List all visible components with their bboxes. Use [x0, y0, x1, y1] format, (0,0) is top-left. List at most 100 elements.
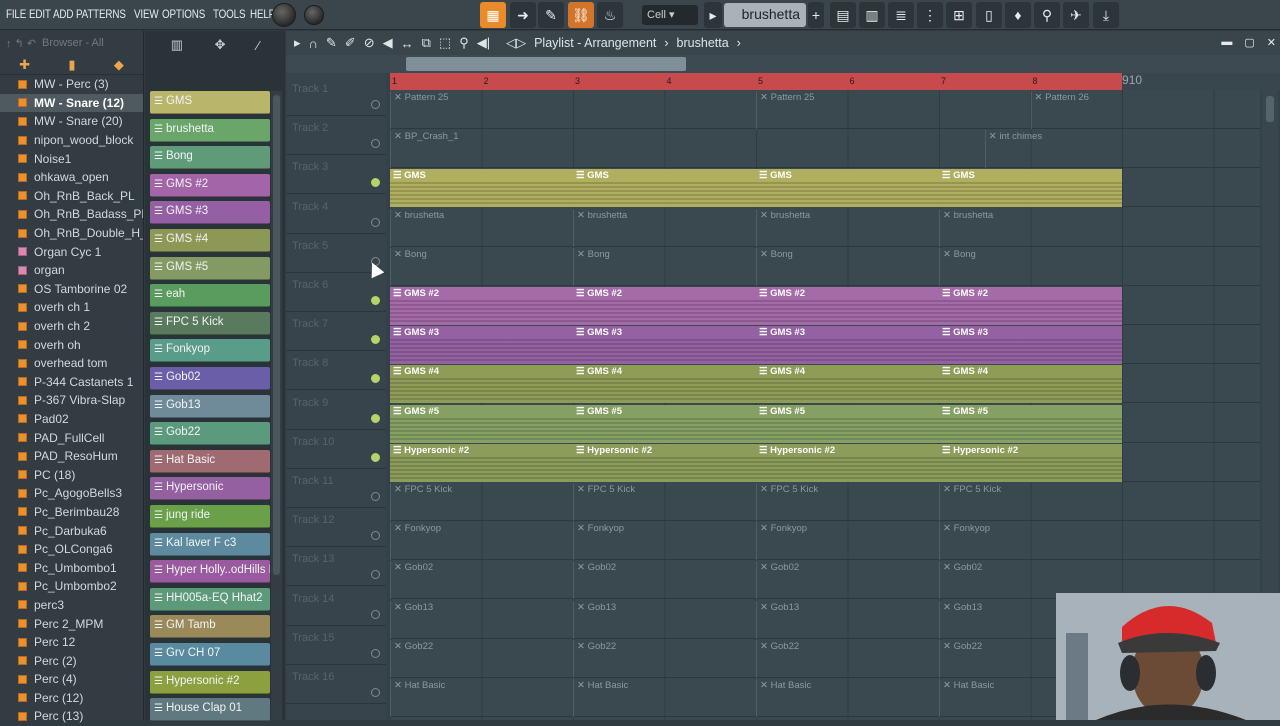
channel-button[interactable]: ☰ GMS #5 — [150, 256, 270, 280]
metronome-icon[interactable]: ♨ — [597, 2, 623, 28]
browser-item[interactable]: MW - Perc (3) — [0, 75, 143, 94]
browser-item[interactable]: Perc (4) — [0, 670, 143, 689]
browser-item[interactable]: PAD_ResoHum — [0, 447, 143, 466]
pattern-clip[interactable]: ✕ Gob13 — [390, 600, 573, 639]
track-enable-led[interactable] — [371, 688, 380, 697]
pattern-clip[interactable]: ✕ Hat Basic — [390, 679, 573, 717]
channel-button[interactable]: ☰ eah — [150, 284, 270, 308]
pattern-clip[interactable]: ☰ GMS — [756, 169, 939, 208]
browser-item[interactable]: Perc 2_MPM — [0, 614, 143, 633]
track-lane[interactable]: ✕ BP_Crash_1 ✕ int chimes — [390, 129, 1260, 169]
track-enable-led[interactable] — [371, 570, 380, 580]
browser-item[interactable]: nipon_wood_block — [0, 131, 143, 150]
pattern-clip[interactable]: ✕ Fonkyop — [390, 522, 573, 561]
pattern-clip[interactable]: ✕ int chimes — [984, 130, 1122, 169]
master-volume-knob[interactable] — [272, 3, 296, 27]
track-enable-led[interactable] — [371, 335, 380, 345]
browser-item[interactable]: Perc 12 — [0, 633, 143, 652]
step-sequencer-icon[interactable]: ▥ — [171, 37, 183, 53]
channel-button[interactable]: ☰ Hypersonic #2 — [150, 670, 270, 694]
track-lane[interactable]: ☰ GMS #2 ☰ GMS #2 ☰ GMS #2 ☰ GMS #2 — [390, 286, 1260, 325]
track-enable-led[interactable] — [371, 296, 380, 305]
track-enable-led[interactable] — [371, 609, 380, 619]
browser-item[interactable]: Organ Cyc 1 — [0, 242, 143, 261]
browser-item[interactable]: Perc (12) — [0, 689, 143, 708]
file-icon[interactable]: ▯ — [976, 2, 1002, 28]
pattern-clip[interactable]: ✕ brushetta — [390, 208, 573, 247]
track-header[interactable]: Track 16 — [286, 665, 386, 704]
track-header[interactable]: Track 7 — [286, 312, 386, 352]
channel-button[interactable]: ☰ brushetta — [150, 118, 270, 142]
select-icon[interactable]: ⬚ — [439, 35, 451, 51]
track-lane[interactable]: ☰ GMS ☰ GMS ☰ GMS ☰ GMS — [390, 168, 1260, 208]
track-enable-led[interactable] — [371, 217, 380, 227]
pattern-clip[interactable]: ✕ Pattern 25 — [390, 91, 756, 129]
pattern-clip[interactable]: ✕ FPC 5 Kick — [939, 483, 1122, 521]
play-icon[interactable]: ▸ — [294, 35, 301, 51]
pattern-clip[interactable]: ✕ Gob22 — [390, 639, 573, 678]
pattern-clip[interactable]: ✕ brushetta — [573, 208, 756, 247]
track-lane[interactable]: ☰ Hypersonic #2 ☰ Hypersonic #2 ☰ Hyperson… — [390, 443, 1260, 482]
browser-item[interactable]: overh ch 1 — [0, 298, 143, 317]
mute-icon[interactable]: ◀ — [383, 35, 393, 51]
zoom-icon[interactable]: ⚲ — [459, 35, 469, 51]
pattern-clip[interactable]: ☰ Hypersonic #2 — [756, 443, 939, 482]
pattern-prev-icon[interactable]: ▸ — [704, 2, 722, 28]
slice-icon[interactable]: ⧉ — [422, 35, 431, 51]
browser-item[interactable]: Pc_Umbombo2 — [0, 577, 143, 596]
track-header[interactable]: Track 6 — [286, 273, 386, 312]
pattern-clip[interactable]: ✕ Bong — [939, 247, 1122, 286]
pattern-clip[interactable]: ✕ FPC 5 Kick — [573, 483, 756, 521]
channel-button[interactable]: ☰Hyper Holly..odHills Rim — [150, 560, 270, 584]
paint-icon[interactable]: ✐ — [345, 35, 356, 51]
browser-item[interactable]: Pc_Umbombo1 — [0, 558, 143, 577]
track-enable-led[interactable] — [371, 374, 380, 384]
menu-tools[interactable]: TOOLS — [213, 7, 246, 21]
maximize-icon[interactable]: ▢ — [1244, 36, 1254, 49]
pattern-clip[interactable]: ☰ GMS #2 — [390, 287, 573, 325]
tools-icon[interactable]: ✈ — [1063, 2, 1089, 28]
channel-button[interactable]: ☰ Fonkyop — [150, 339, 270, 363]
document-icon[interactable]: ▮ — [68, 57, 75, 73]
browser-item[interactable]: overh oh — [0, 335, 143, 354]
pencil-icon[interactable]: ✎ — [538, 2, 564, 28]
browser-item[interactable]: overhead tom — [0, 354, 143, 373]
faders-icon[interactable]: ⋮ — [917, 2, 943, 28]
browser-item[interactable]: Pc_Darbuka6 — [0, 521, 143, 540]
arrow-up-icon[interactable]: ↑ ↰ ↶ — [6, 37, 36, 50]
track-header[interactable]: Track 11 — [286, 469, 386, 508]
channel-button[interactable]: ☰ Kal laver F c3 — [150, 532, 270, 556]
browser-item[interactable]: P-344 Castanets 1 — [0, 373, 143, 392]
pattern-clip[interactable]: ✕ Bong — [390, 247, 573, 286]
channel-button[interactable]: ☰ GMS — [150, 91, 270, 114]
channel-button[interactable]: ☰ FPC 5 Kick — [150, 311, 270, 335]
pattern-clip[interactable]: ☰ GMS #3 — [573, 326, 756, 365]
pattern-clip[interactable]: ☰ GMS #3 — [756, 326, 939, 365]
pattern-clip[interactable]: ☰ GMS — [573, 169, 756, 208]
pattern-clip[interactable]: ☰ GMS #4 — [939, 365, 1122, 404]
pattern-clip[interactable]: ☰ Hypersonic #2 — [939, 443, 1122, 482]
menu-file[interactable]: FILE — [6, 7, 26, 21]
channel-button[interactable]: ☰ Hypersonic — [150, 477, 270, 501]
slip-icon[interactable]: ↔ — [401, 36, 414, 51]
scrollbar-thumb[interactable] — [273, 95, 280, 575]
track-lane[interactable]: ✕ Pattern 25 ✕ Pattern 25 ✕ Pattern 26 — [390, 90, 1260, 129]
channel-scrollbar[interactable] — [271, 91, 282, 720]
track-header[interactable]: Track 14 — [286, 587, 386, 626]
pattern-clip[interactable]: ✕ Fonkyop — [756, 522, 939, 561]
pattern-clip[interactable]: ✕ Fonkyop — [573, 522, 756, 561]
channel-button[interactable]: ☰ Gob22 — [150, 422, 270, 446]
track-lane[interactable]: ✕ Bong ✕ Bong ✕ Bong ✕ Bong — [390, 247, 1260, 286]
channel-button[interactable]: ☰ jung ride — [150, 505, 270, 528]
pattern-clip[interactable]: ✕ Fonkyop — [939, 522, 1122, 561]
pattern-clip[interactable]: ✕ brushetta — [939, 208, 1122, 247]
track-enable-led[interactable] — [371, 452, 380, 462]
track-lane[interactable]: ✕ brushetta ✕ brushetta ✕ brushetta ✕ brush… — [390, 208, 1260, 247]
playlist-view-button[interactable]: ▦ — [480, 2, 506, 28]
browser-item[interactable]: MW - Snare (20) — [0, 112, 143, 131]
minimize-icon[interactable]: ▬ — [1221, 36, 1232, 49]
browser-item[interactable]: Perc (2) — [0, 651, 143, 670]
menu-patterns[interactable]: PATTERNS — [76, 7, 126, 21]
pattern-clip[interactable]: ✕ FPC 5 Kick — [390, 483, 573, 521]
track-lane[interactable]: ☰ GMS #3 ☰ GMS #3 ☰ GMS #3 ☰ GMS #3 — [390, 325, 1260, 365]
